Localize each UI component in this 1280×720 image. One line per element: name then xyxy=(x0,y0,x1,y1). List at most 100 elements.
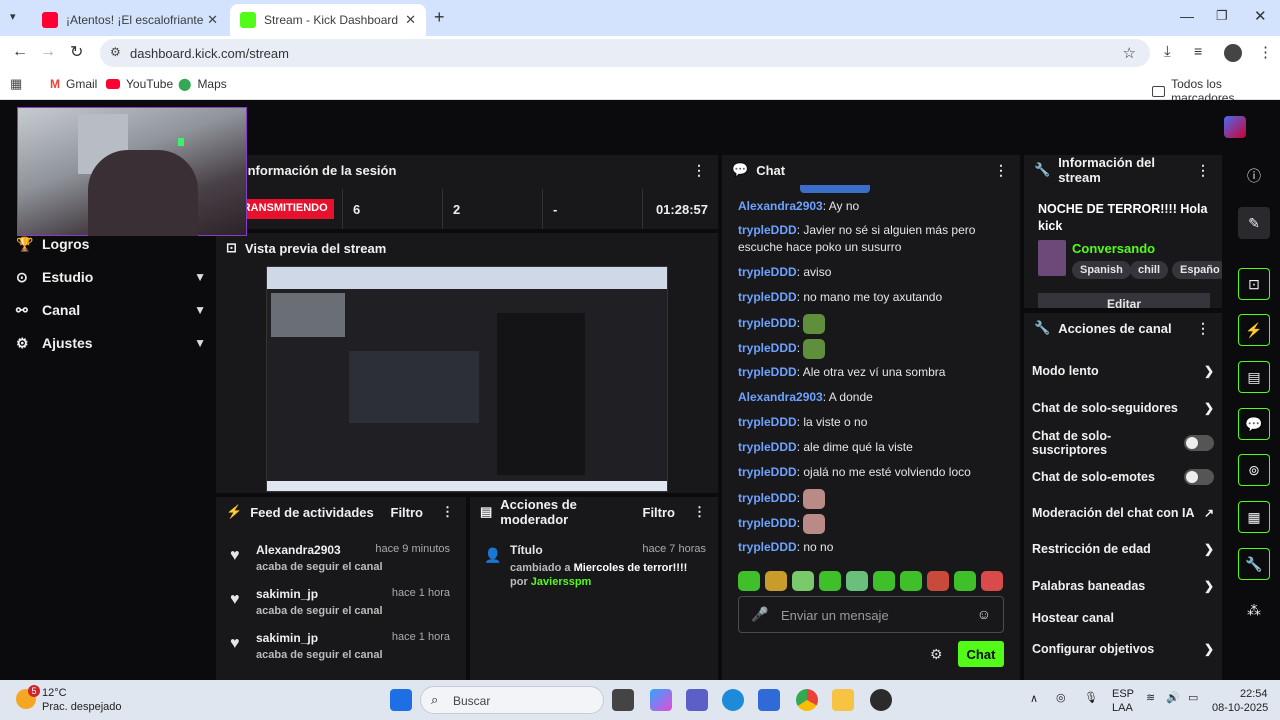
chat-username[interactable]: trypleDDD xyxy=(738,465,797,479)
chat-username[interactable]: trypleDDD xyxy=(738,365,797,379)
category-name[interactable]: Conversando xyxy=(1072,241,1155,256)
chat-username[interactable]: trypleDDD xyxy=(738,516,797,530)
maximize-icon[interactable]: ❐ xyxy=(1216,8,1228,24)
chat-username[interactable]: trypleDDD xyxy=(738,540,797,554)
moderator-toggle-icon[interactable]: ▤ xyxy=(1238,361,1270,393)
more-options-icon[interactable]: ⋮ xyxy=(1196,320,1210,337)
teams-icon[interactable] xyxy=(686,689,708,711)
activity-user[interactable]: sakimin_jp xyxy=(256,587,318,601)
more-options-icon[interactable]: ⋮ xyxy=(692,162,706,179)
action-moderacion-ia[interactable]: Moderación del chat con IA ↗ xyxy=(1032,502,1214,524)
emote-icon[interactable] xyxy=(873,571,895,591)
action-configurar-objetivos[interactable]: Configurar objetivos ❯ xyxy=(1032,638,1214,660)
media-control-icon[interactable]: ≡ xyxy=(1194,43,1202,59)
region-code[interactable]: LAA xyxy=(1112,702,1133,714)
chat-settings-icon[interactable]: ⚙ xyxy=(930,646,943,663)
emote-icon[interactable] xyxy=(954,571,976,591)
battery-icon[interactable]: ▭ xyxy=(1188,691,1198,704)
chat-username[interactable]: Alexandra2903 xyxy=(738,390,823,404)
action-hostear-canal[interactable]: Hostear canal xyxy=(1032,607,1214,629)
share-icon[interactable]: ⁂ xyxy=(1238,594,1270,626)
file-explorer-icon[interactable] xyxy=(832,689,854,711)
chat-toggle-icon[interactable]: 💬 xyxy=(1238,408,1270,440)
chat-username[interactable]: trypleDDD xyxy=(738,341,797,355)
action-solo-emotes[interactable]: Chat de solo-emotes xyxy=(1032,466,1214,488)
close-window-icon[interactable]: ✕ xyxy=(1254,7,1267,25)
emote-icon[interactable] xyxy=(765,571,787,591)
tab-kick-dashboard[interactable]: Stream - Kick Dashboard ✕ xyxy=(230,4,426,36)
reload-icon[interactable]: ↻ xyxy=(70,42,83,62)
action-solo-suscriptores[interactable]: Chat de solo-suscriptores xyxy=(1032,429,1214,457)
action-modo-lento[interactable]: Modo lento ❯ xyxy=(1032,360,1214,382)
taskbar-search[interactable]: ⌕ Buscar xyxy=(420,686,604,714)
profile-avatar[interactable] xyxy=(1224,44,1242,62)
minimize-icon[interactable]: — xyxy=(1180,8,1194,24)
activity-toggle-icon[interactable]: ⚡ xyxy=(1238,314,1270,346)
info-icon[interactable]: ⓘ xyxy=(1238,160,1270,192)
chat-username[interactable]: trypleDDD xyxy=(738,491,797,505)
user-avatar[interactable] xyxy=(1224,116,1246,138)
tray-app-icon[interactable]: ◎ xyxy=(1056,691,1066,704)
bookmark-youtube[interactable]: YouTube xyxy=(106,77,173,91)
tag-chip[interactable]: Españo xyxy=(1172,261,1222,279)
emote-icon[interactable] xyxy=(900,571,922,591)
more-options-icon[interactable]: ⋮ xyxy=(1196,162,1210,179)
layout-toggle-icon[interactable]: ▦ xyxy=(1238,501,1270,533)
activity-user[interactable]: Alexandra2903 xyxy=(256,543,341,557)
edit-pencil-icon[interactable]: ✎ xyxy=(1238,207,1270,239)
emote-icon[interactable] xyxy=(981,571,1003,591)
emote-icon[interactable] xyxy=(846,571,868,591)
clock-time[interactable]: 22:54 xyxy=(1240,688,1268,700)
chat-username[interactable]: trypleDDD xyxy=(738,265,797,279)
tag-chip[interactable]: chill xyxy=(1130,261,1169,279)
tray-chevron-icon[interactable]: ∧ xyxy=(1030,692,1038,705)
more-options-icon[interactable]: ⋮ xyxy=(994,162,1008,179)
chat-username[interactable]: trypleDDD xyxy=(738,223,797,237)
tab-list-icon[interactable]: ▾ xyxy=(10,10,16,23)
download-icon[interactable]: ⤓ xyxy=(1164,43,1171,60)
windows-start-icon[interactable] xyxy=(390,689,412,711)
obs-icon[interactable] xyxy=(870,689,892,711)
toggle-switch[interactable] xyxy=(1184,435,1214,451)
more-options-icon[interactable]: ⋮ xyxy=(693,504,706,520)
chrome-icon[interactable] xyxy=(796,689,818,711)
site-info-icon[interactable]: ⚙ xyxy=(110,45,121,59)
weather-temp[interactable]: 12°C xyxy=(42,687,67,699)
bookmark-gmail[interactable]: M Gmail xyxy=(50,77,97,91)
broadcast-toggle-icon[interactable]: ⊚ xyxy=(1238,454,1270,486)
more-options-icon[interactable]: ⋮ xyxy=(441,504,454,520)
emote-icon[interactable] xyxy=(819,571,841,591)
action-restriccion-edad[interactable]: Restricción de edad ❯ xyxy=(1032,538,1214,560)
chat-username[interactable]: trypleDDD xyxy=(738,440,797,454)
close-icon[interactable]: ✕ xyxy=(207,12,218,28)
emote-icon[interactable] xyxy=(792,571,814,591)
chat-username[interactable]: trypleDDD xyxy=(738,316,797,330)
emote-icon[interactable] xyxy=(927,571,949,591)
tray-mic-icon[interactable]: 🎙 xyxy=(1084,691,1098,704)
store-icon[interactable] xyxy=(758,689,780,711)
clock-date[interactable]: 08-10-2025 xyxy=(1212,702,1268,714)
chat-username[interactable]: trypleDDD xyxy=(738,415,797,429)
tools-toggle-icon[interactable]: 🔧 xyxy=(1238,548,1270,580)
tab-youtube[interactable]: ¡Atentos! ¡El escalofriante video ✕ xyxy=(32,4,228,36)
volume-icon[interactable]: 🔊 xyxy=(1166,691,1180,704)
weather-desc[interactable]: Prac. despejado xyxy=(42,701,122,713)
chat-send-button[interactable]: Chat xyxy=(958,641,1004,667)
forward-icon[interactable]: → xyxy=(40,43,56,61)
microphone-icon[interactable]: 🎤 xyxy=(751,606,768,623)
edge-icon[interactable] xyxy=(722,689,744,711)
sidebar-item-ajustes[interactable]: ⚙ Ajustes ▼ xyxy=(16,331,206,355)
toggle-switch[interactable] xyxy=(1184,469,1214,485)
new-tab-button[interactable]: + xyxy=(434,7,445,28)
filter-button[interactable]: Filtro xyxy=(643,505,676,520)
chat-username[interactable]: trypleDDD xyxy=(738,290,797,304)
wifi-icon[interactable]: ≋ xyxy=(1146,691,1155,704)
emote-icon[interactable] xyxy=(738,571,760,591)
copilot-icon[interactable] xyxy=(650,689,672,711)
tag-chip[interactable]: Spanish xyxy=(1072,261,1131,279)
activity-user[interactable]: sakimin_jp xyxy=(256,631,318,645)
language-code[interactable]: ESP xyxy=(1112,688,1134,700)
stream-preview-video[interactable] xyxy=(266,266,668,492)
bookmark-star-icon[interactable]: ☆ xyxy=(1123,44,1136,62)
action-palabras-baneadas[interactable]: Palabras baneadas ❯ xyxy=(1032,575,1214,597)
